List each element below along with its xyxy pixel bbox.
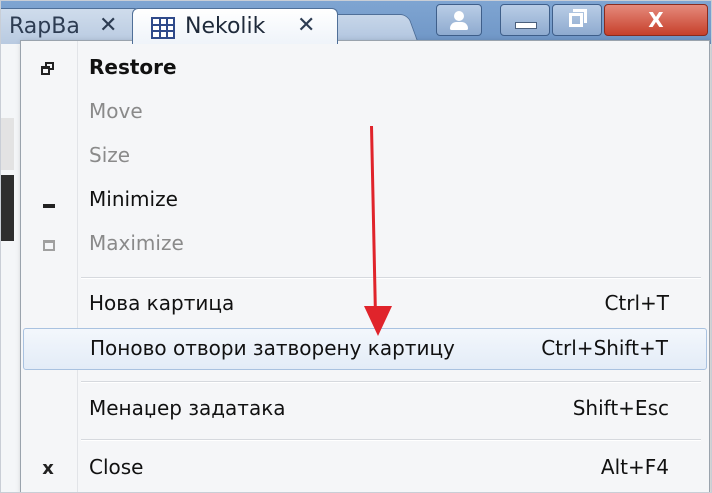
- menu-item-maximize[interactable]: Maximize: [23, 224, 707, 266]
- menu-item-minimize[interactable]: Minimize: [23, 180, 707, 222]
- tab-label: RapBa: [9, 14, 80, 39]
- close-icon: x: [42, 458, 54, 479]
- close-window-button[interactable]: X: [604, 4, 708, 36]
- menu-item-label: Менаџер задатака: [89, 396, 286, 420]
- menu-item-label: Close: [89, 455, 144, 479]
- menu-item-label: Нова картица: [89, 291, 235, 315]
- tab-close-icon[interactable]: ✕: [297, 13, 315, 38]
- menu-item-close[interactable]: x Close Alt+F4: [23, 448, 707, 490]
- menu-item-shortcut: Ctrl+T: [604, 291, 669, 315]
- tab-rapba[interactable]: RapBa ✕: [0, 8, 140, 44]
- menu-item-shortcut: Ctrl+Shift+T: [541, 336, 668, 360]
- menu-item-restore[interactable]: Restore: [23, 48, 707, 90]
- annotation-arrow-head: [364, 306, 392, 336]
- restore-window-button[interactable]: [552, 4, 602, 36]
- minimize-window-button[interactable]: [500, 4, 550, 36]
- menu-item-move[interactable]: Move: [23, 92, 707, 134]
- menu-separator: [81, 439, 701, 441]
- close-icon: X: [648, 8, 664, 32]
- menu-item-label: Minimize: [89, 187, 178, 211]
- minimize-icon: [515, 22, 537, 29]
- menu-item-shortcut: Shift+Esc: [572, 396, 669, 420]
- profile-button[interactable]: [436, 4, 482, 36]
- tab-nekolik[interactable]: Nekolik ✕: [132, 8, 338, 44]
- menu-item-label: Restore: [89, 55, 177, 79]
- menu-item-label: Move: [89, 99, 143, 123]
- page-background-block: [0, 175, 14, 241]
- minimize-icon: [39, 192, 57, 210]
- menu-item-shortcut: Alt+F4: [600, 455, 669, 479]
- tab-label: Nekolik: [185, 14, 266, 39]
- menu-item-task-manager[interactable]: Менаџер задатака Shift+Esc: [23, 389, 707, 431]
- menu-item-label: Maximize: [89, 231, 184, 255]
- window-context-menu: Restore Move Size Minimize Maximize Нова…: [20, 40, 710, 493]
- page-background-block: [0, 118, 14, 170]
- title-bar: RapBa ✕ Nekolik ✕ X: [0, 0, 712, 44]
- menu-separator: [81, 381, 701, 383]
- menu-item-label: Поново отвори затворену картицу: [90, 336, 455, 360]
- tab-close-icon[interactable]: ✕: [99, 13, 117, 38]
- menu-item-label: Size: [89, 143, 131, 167]
- maximize-icon: [39, 236, 57, 254]
- menu-item-size[interactable]: Size: [23, 136, 707, 178]
- grid-favicon-icon: [151, 17, 175, 39]
- restore-window-icon: [39, 60, 57, 78]
- menu-separator: [81, 277, 701, 279]
